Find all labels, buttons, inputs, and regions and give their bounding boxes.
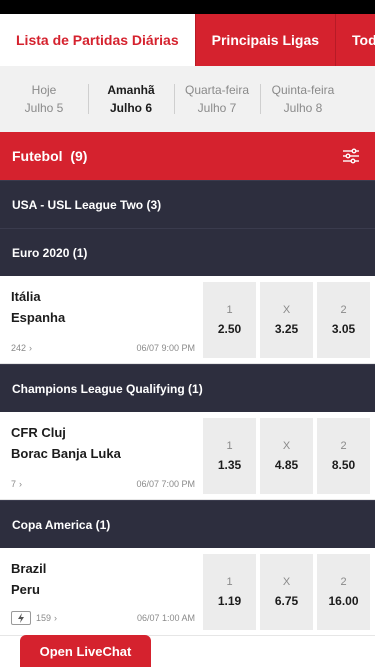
away-team: Borac Banja Luka	[11, 446, 121, 461]
chevron-right-icon: ›	[19, 479, 23, 489]
sport-count: (9)	[70, 148, 88, 164]
day-tab-tomorrow[interactable]: Amanhã Julho 6	[88, 66, 174, 132]
match-datetime: 06/07 7:00 PM	[136, 479, 195, 489]
match-row: CFR Cluj Borac Banja Luka 7 › 06/07 7:00…	[0, 412, 375, 500]
day-date: Julho 6	[109, 101, 152, 115]
markets-count: 159	[36, 613, 52, 623]
away-team: Espanha	[11, 310, 66, 325]
odd-label: X	[282, 440, 291, 452]
day-tab-thursday[interactable]: Quinta-feira Julho 8	[260, 66, 346, 132]
top-nav-tabs: Lista de Partidas Diárias Principais Lig…	[0, 14, 375, 66]
odd-label: 1	[226, 304, 233, 316]
odds-group: 1 1.19 X 6.75 2 16.00	[203, 548, 375, 635]
league-header-euro[interactable]: Euro 2020 (1)	[0, 228, 375, 276]
odd-draw-button[interactable]: X 3.25	[260, 282, 313, 358]
markets-count: 242	[11, 343, 27, 353]
odd-value: 3.05	[331, 322, 356, 336]
day-tab-wednesday[interactable]: Quarta-feira Julho 7	[174, 66, 260, 132]
odd-value: 6.75	[274, 594, 299, 608]
odd-label: 1	[226, 440, 233, 452]
odd-label: 2	[340, 440, 347, 452]
day-name: Amanhã	[107, 83, 155, 97]
tab-daily-matches[interactable]: Lista de Partidas Diárias	[0, 14, 195, 66]
open-livechat-button[interactable]: Open LiveChat	[20, 635, 151, 667]
league-header-usl[interactable]: USA - USL League Two (3)	[0, 180, 375, 228]
odd-label: X	[282, 304, 291, 316]
more-markets-link[interactable]: 242 ›	[11, 343, 32, 353]
odd-value: 16.00	[328, 594, 359, 608]
league-header-cl-qualifying[interactable]: Champions League Qualifying (1)	[0, 364, 375, 412]
sport-header: Futebol (9)	[0, 132, 375, 180]
match-datetime: 06/07 9:00 PM	[136, 343, 195, 353]
home-team: CFR Cluj	[11, 425, 66, 440]
match-datetime: 06/07 1:00 AM	[136, 613, 195, 623]
chevron-right-icon: ›	[54, 613, 58, 623]
match-info[interactable]: Brazil Peru 159 › 06/07 1:00 AM	[0, 548, 203, 635]
lightning-icon	[11, 611, 31, 625]
tab-all[interactable]: Todas	[335, 14, 375, 66]
odd-draw-button[interactable]: X 6.75	[260, 554, 313, 630]
status-bar	[0, 0, 375, 14]
match-info[interactable]: CFR Cluj Borac Banja Luka 7 › 06/07 7:00…	[0, 412, 203, 499]
odd-value: 1.35	[217, 458, 242, 472]
odd-value: 4.85	[274, 458, 299, 472]
more-markets-link[interactable]: 159 ›	[11, 611, 57, 625]
odd-value: 2.50	[217, 322, 242, 336]
filter-icon[interactable]	[341, 146, 361, 166]
markets-count: 7	[11, 479, 17, 489]
day-date: Julho 5	[24, 101, 64, 115]
odd-label: 2	[340, 304, 347, 316]
day-tab-today[interactable]: Hoje Julho 5	[0, 66, 88, 132]
sport-title: Futebol (9)	[12, 148, 87, 164]
more-markets-link[interactable]: 7 ›	[11, 479, 22, 489]
day-date: Julho 8	[283, 101, 323, 115]
odd-home-button[interactable]: 1 2.50	[203, 282, 256, 358]
odd-draw-button[interactable]: X 4.85	[260, 418, 313, 494]
odds-group: 1 1.35 X 4.85 2 8.50	[203, 412, 375, 499]
day-date: Julho 7	[197, 101, 237, 115]
odd-home-button[interactable]: 1 1.35	[203, 418, 256, 494]
odd-away-button[interactable]: 2 3.05	[317, 282, 370, 358]
chevron-right-icon: ›	[29, 343, 33, 353]
odd-label: 1	[226, 576, 233, 588]
odd-value: 8.50	[331, 458, 356, 472]
league-header-copa-america[interactable]: Copa America (1)	[0, 500, 375, 548]
home-team: Brazil	[11, 561, 47, 576]
day-selector: Hoje Julho 5 Amanhã Julho 6 Quarta-feira…	[0, 66, 375, 132]
match-info[interactable]: Itália Espanha 242 › 06/07 9:00 PM	[0, 276, 203, 363]
tab-top-leagues[interactable]: Principais Ligas	[194, 14, 336, 66]
home-team: Itália	[11, 289, 41, 304]
odd-away-button[interactable]: 2 8.50	[317, 418, 370, 494]
odd-home-button[interactable]: 1 1.19	[203, 554, 256, 630]
sport-name: Futebol	[12, 148, 63, 164]
day-name: Quarta-feira	[184, 83, 250, 97]
odd-label: X	[282, 576, 291, 588]
day-name: Hoje	[31, 83, 57, 97]
day-name: Quinta-feira	[271, 83, 335, 97]
odd-value: 3.25	[274, 322, 299, 336]
odd-label: 2	[340, 576, 347, 588]
odd-away-button[interactable]: 2 16.00	[317, 554, 370, 630]
odds-group: 1 2.50 X 3.25 2 3.05	[203, 276, 375, 363]
away-team: Peru	[11, 582, 40, 597]
odd-value: 1.19	[217, 594, 242, 608]
match-row: Brazil Peru 159 › 06/07 1:00 AM 1 1.19 X6…	[0, 548, 375, 636]
match-row: Itália Espanha 242 › 06/07 9:00 PM 1 2.50…	[0, 276, 375, 364]
